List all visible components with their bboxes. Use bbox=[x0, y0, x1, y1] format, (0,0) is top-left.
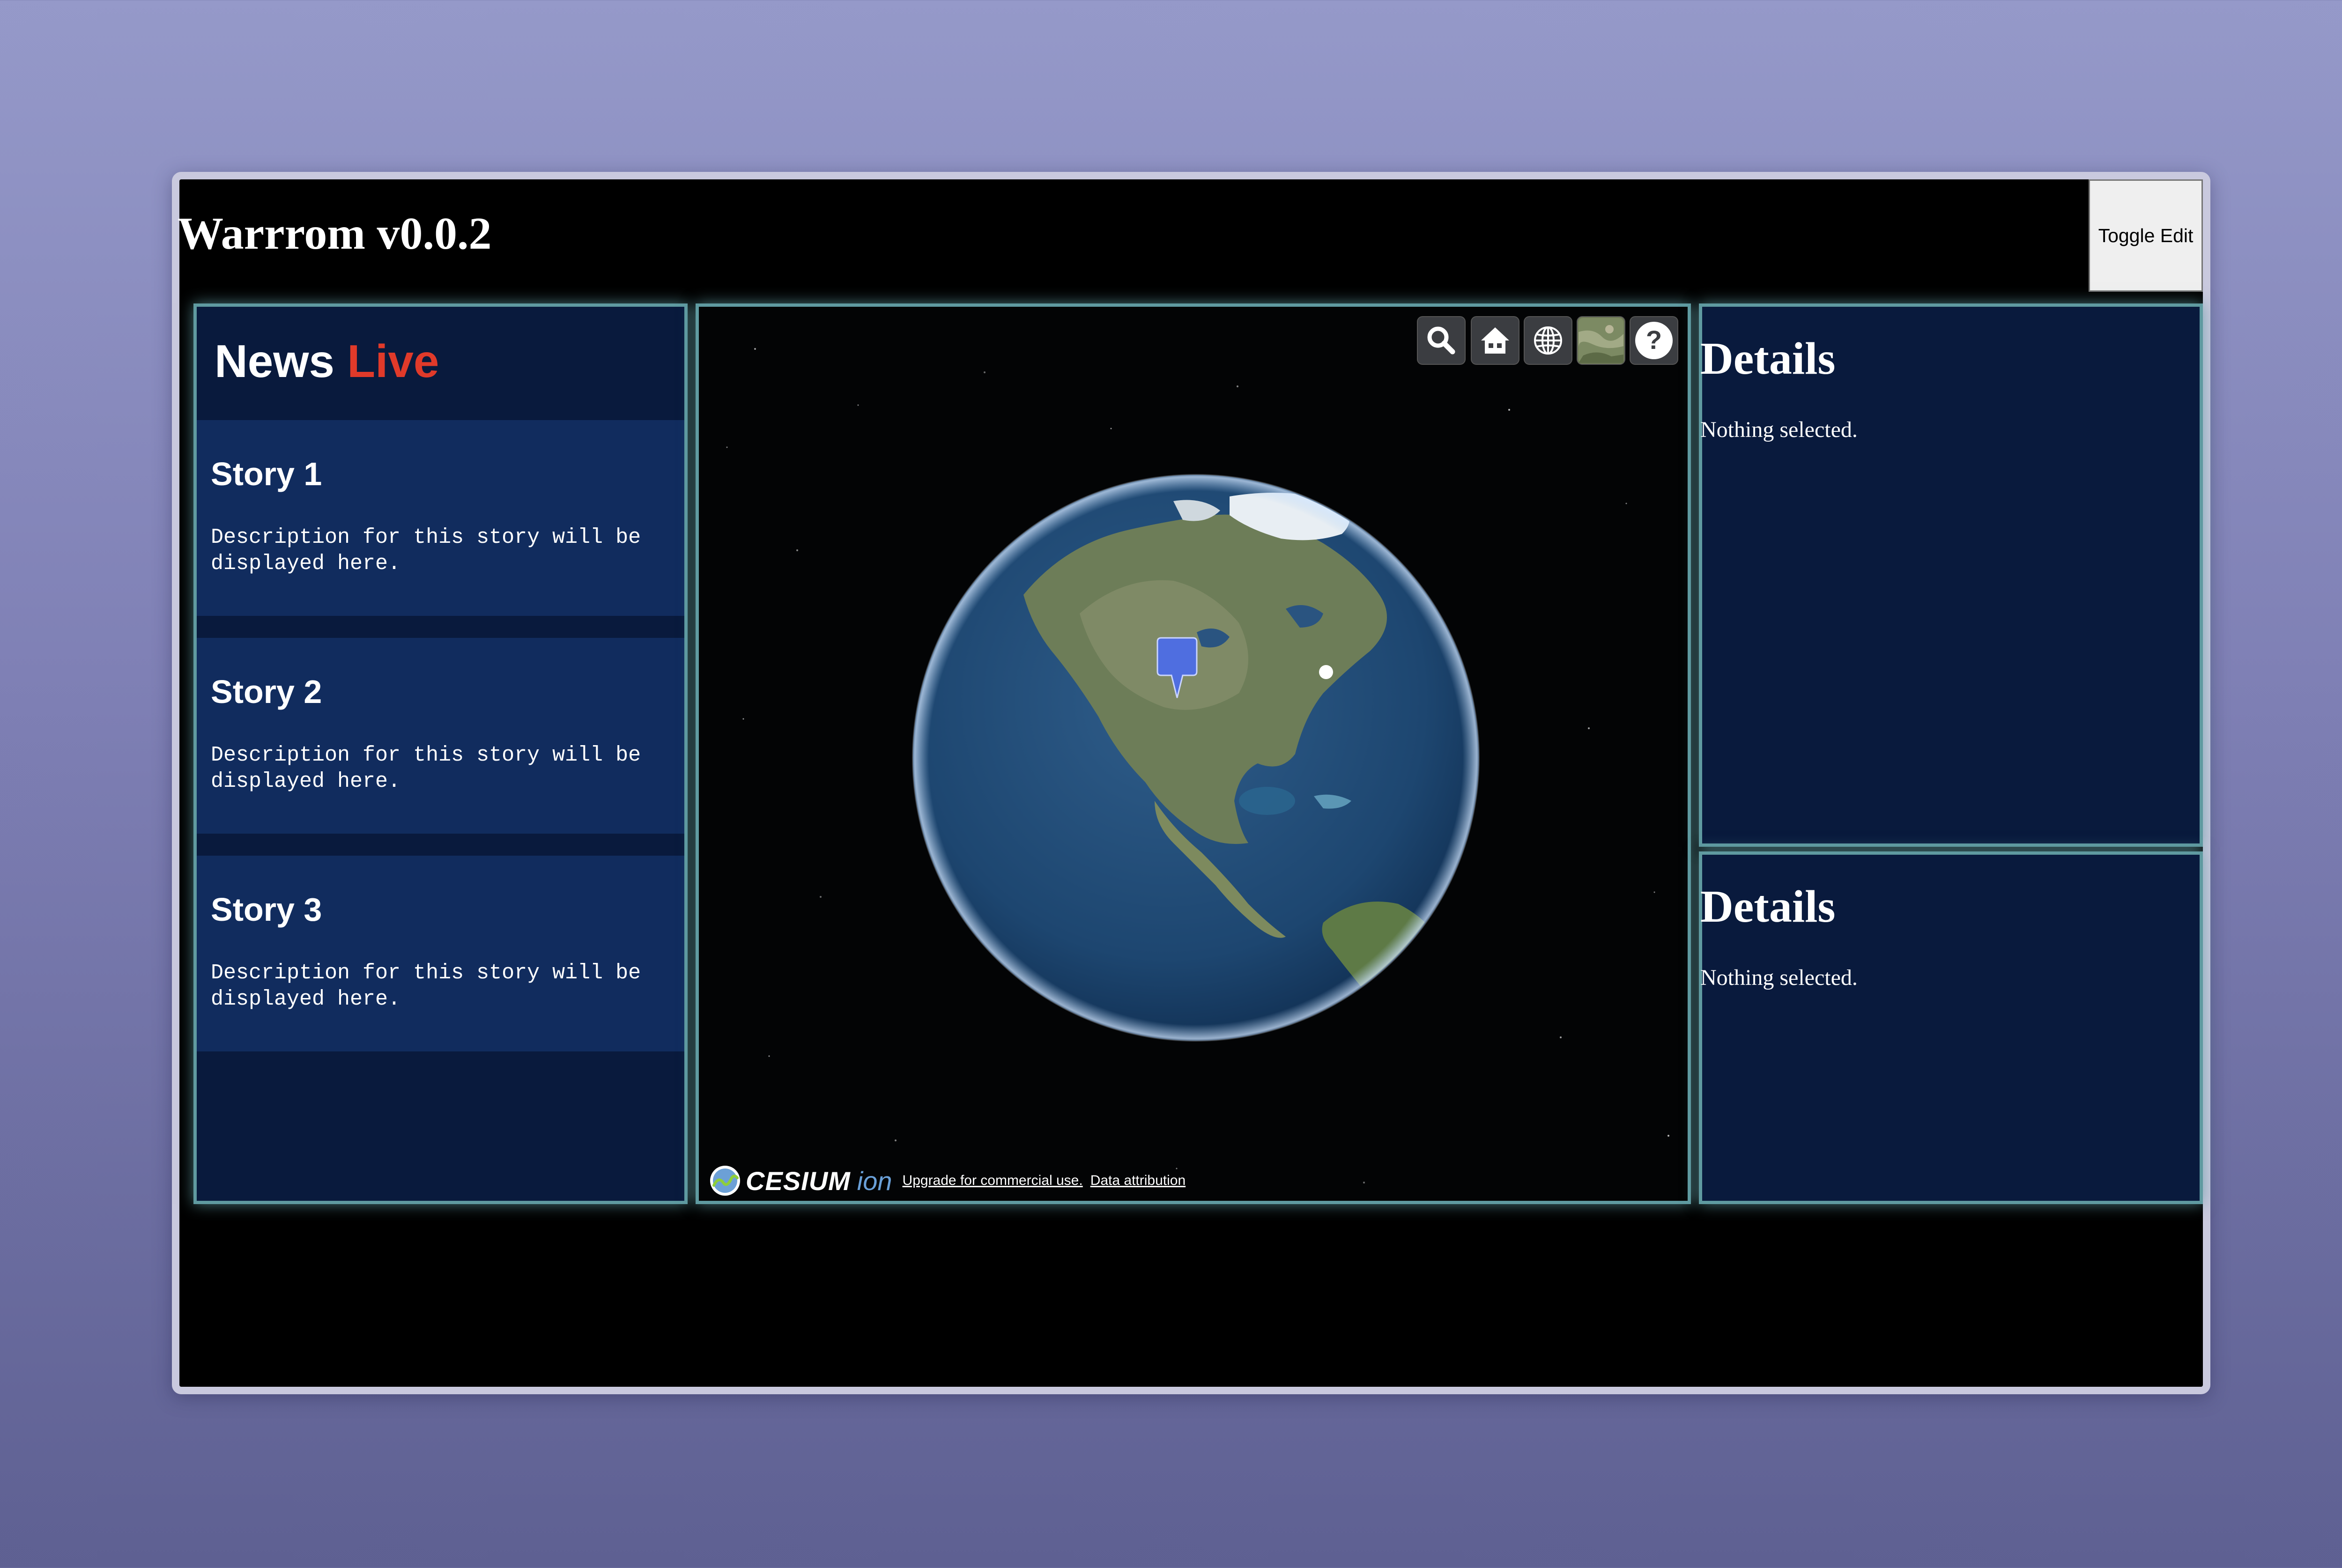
details-heading: Details bbox=[1700, 881, 1836, 932]
details-text: Nothing selected. bbox=[1700, 417, 1858, 442]
story-description: Description for this story will be displ… bbox=[211, 525, 641, 576]
imagery-layer-icon bbox=[1579, 318, 1623, 363]
story-title: Story 2 bbox=[211, 673, 322, 710]
search-button[interactable] bbox=[1417, 316, 1466, 365]
story-description: Description for this story will be displ… bbox=[211, 961, 641, 1011]
news-panel: News Live Story 1 Description for this s… bbox=[193, 303, 688, 1204]
location-marker[interactable] bbox=[1154, 636, 1201, 702]
upgrade-link[interactable]: Upgrade for commercial use. bbox=[903, 1173, 1083, 1189]
home-button[interactable] bbox=[1471, 316, 1519, 365]
location-dot[interactable] bbox=[1319, 665, 1333, 679]
base-layer-picker-button[interactable] bbox=[1577, 316, 1625, 365]
story-title: Story 3 bbox=[211, 891, 322, 928]
cesium-logo[interactable]: CESIUM ion bbox=[708, 1164, 892, 1198]
scene-mode-button[interactable] bbox=[1524, 316, 1572, 365]
story-card[interactable]: Story 3 Description for this story will … bbox=[197, 856, 684, 1051]
story-description: Description for this story will be displ… bbox=[211, 743, 641, 793]
globe-icon bbox=[1534, 326, 1562, 355]
globe-viewer[interactable]: ? CESIUM ion Upgrade for commercial use.… bbox=[696, 303, 1691, 1204]
story-card[interactable]: Story 1 Description for this story will … bbox=[197, 420, 684, 616]
help-icon: ? bbox=[1635, 322, 1673, 359]
search-icon bbox=[1427, 326, 1455, 355]
data-attribution-link[interactable]: Data attribution bbox=[1090, 1173, 1186, 1189]
story-title: Story 1 bbox=[211, 456, 322, 492]
app-title: Warrrom v0.0.2 bbox=[178, 208, 492, 259]
cesium-brand: CESIUM bbox=[746, 1166, 851, 1196]
app-window: Warrrom v0.0.2 Toggle Edit News Live Sto… bbox=[172, 172, 2210, 1394]
home-icon bbox=[1481, 327, 1509, 354]
news-heading-live: Live bbox=[347, 335, 439, 387]
details-text: Nothing selected. bbox=[1700, 965, 1858, 990]
help-button[interactable]: ? bbox=[1630, 316, 1678, 365]
details-panel: Details Nothing selected. bbox=[1699, 303, 2203, 847]
cesium-logo-icon bbox=[710, 1166, 740, 1196]
details-panel: Details Nothing selected. bbox=[1699, 851, 2203, 1204]
details-heading: Details bbox=[1700, 333, 1836, 384]
toggle-edit-button[interactable]: Toggle Edit bbox=[2089, 179, 2203, 292]
news-heading: News Live bbox=[215, 335, 439, 388]
news-heading-main: News bbox=[215, 335, 335, 387]
earth-globe[interactable] bbox=[911, 473, 1481, 1045]
credits-bar: CESIUM ion Upgrade for commercial use. D… bbox=[708, 1164, 1186, 1198]
svg-text:?: ? bbox=[1646, 325, 1662, 355]
story-card[interactable]: Story 2 Description for this story will … bbox=[197, 638, 684, 834]
cesium-ion-suffix: ion bbox=[857, 1166, 892, 1196]
